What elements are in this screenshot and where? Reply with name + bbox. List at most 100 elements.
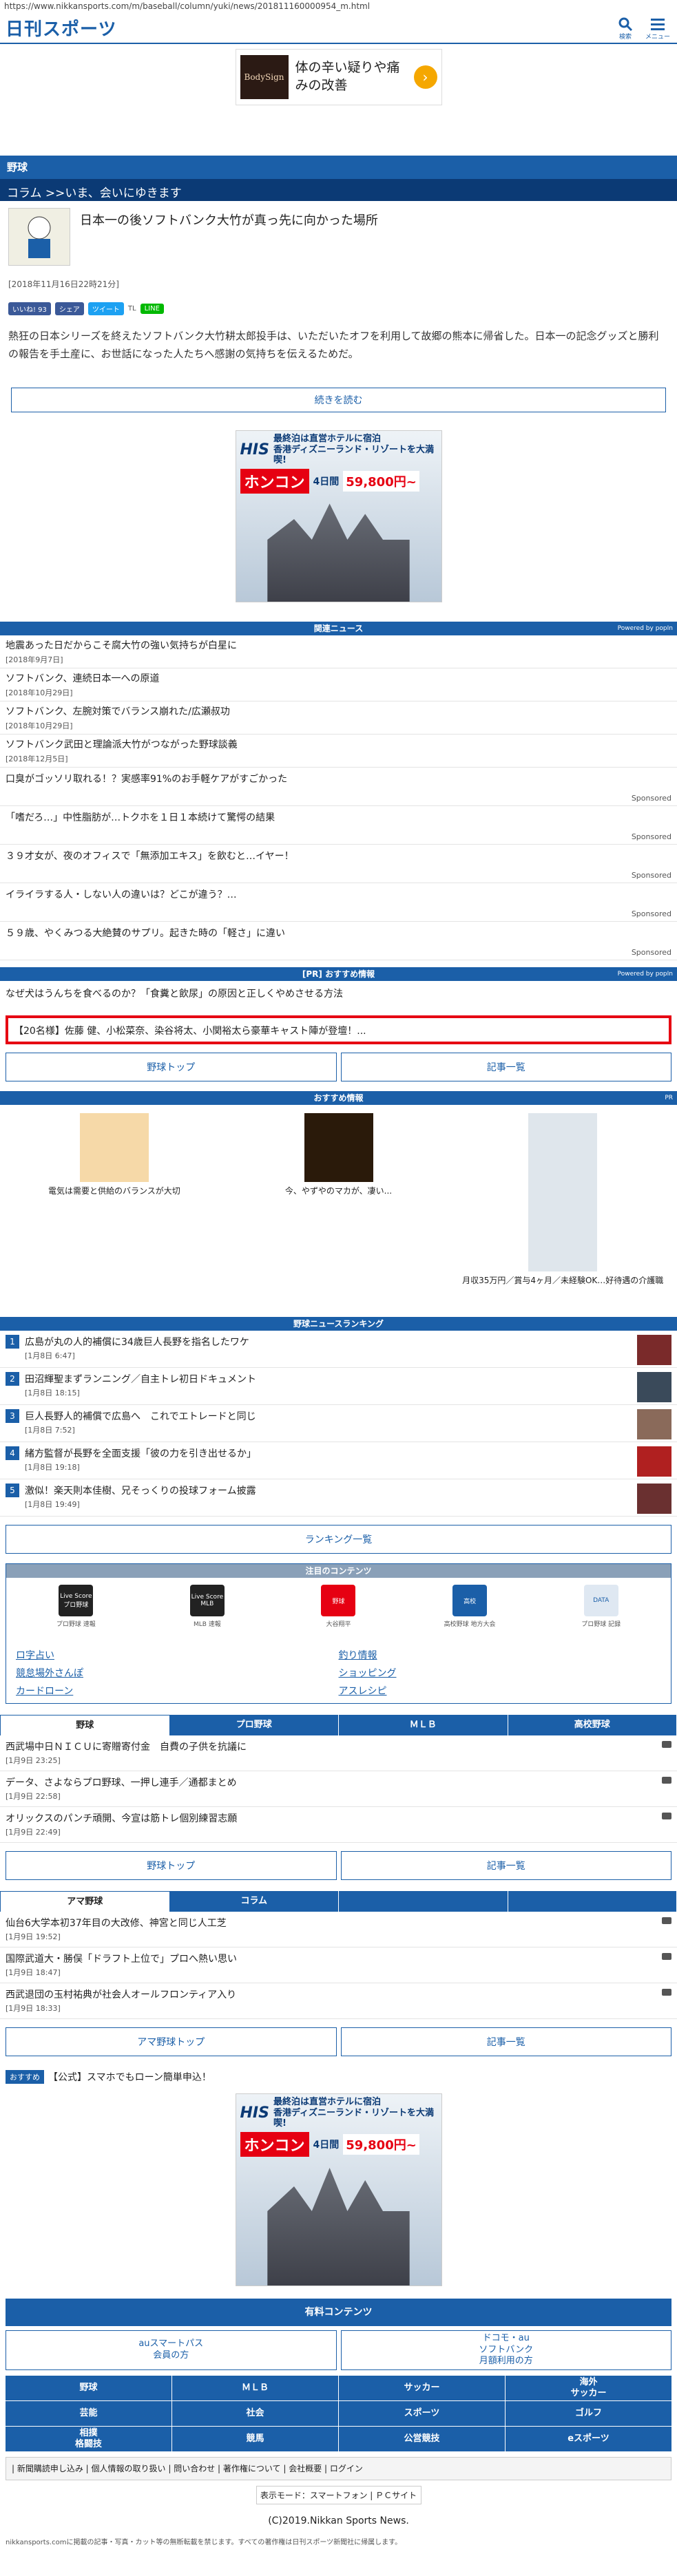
ranking-list-button[interactable]: ランキング一覧 [6, 1525, 671, 1554]
tab-news-item[interactable]: データ、さよならプロ野球、一押し連手／通都まとめ [1月9日 22:58] [0, 1771, 677, 1807]
his-ad-line1: 最終泊は直営ホテルに宿泊 [273, 434, 381, 444]
read-more-button[interactable]: 続きを読む [11, 388, 666, 412]
article-list-button[interactable]: 記事一覧 [340, 1851, 671, 1880]
au-smartpass-button[interactable]: auスマートパス 会員の方 [6, 2330, 337, 2370]
attention-link[interactable]: ロ字占い [16, 1648, 339, 1662]
app-item[interactable]: 高校 高校野球 地方大会 [439, 1585, 501, 1644]
recommend-item[interactable]: 今、やずやのマカが、凄い... [230, 1113, 448, 1305]
tl-button[interactable]: TL [128, 305, 136, 313]
facebook-share-button[interactable]: シェア [54, 302, 84, 315]
display-mode-switch[interactable]: 表示モード：スマートフォン | ＰＣサイト [256, 2486, 421, 2505]
category-link[interactable]: eスポーツ [506, 2427, 671, 2451]
his-logo: HIS [240, 441, 269, 458]
category-link[interactable]: サッカー [339, 2376, 505, 2400]
tab-high-school[interactable]: 高校野球 [508, 1715, 677, 1735]
carrier-billing-button[interactable]: ドコモ・au ソフトバンク 月額利用の方 [340, 2330, 671, 2370]
search-button[interactable]: 検索 [618, 17, 633, 41]
tab-news-item[interactable]: 仙台6大学本初37年目の大改修、神宮と同じ人工芝 [1月9日 19:52] [0, 1912, 677, 1947]
amateur-top-button[interactable]: アマ野球トップ [6, 2027, 337, 2056]
tab-amateur[interactable]: アマ野球 [0, 1891, 170, 1912]
his-ad-line2: 香港ディズニーランド・リゾートを大満喫! [273, 444, 435, 466]
app-item[interactable]: Live Score MLB MLB 速報 [176, 1585, 238, 1644]
attention-link[interactable]: 競怠場外さんぽ [16, 1666, 339, 1680]
his-ad-days: 4日間 [313, 476, 340, 487]
category-link[interactable]: 社会 [172, 2401, 338, 2426]
ranking-item[interactable]: 1 広島が丸の人的補償に34歳巨人長野を指名したワケ [1月8日 6:47] [0, 1331, 677, 1368]
line-button[interactable]: LINE [140, 304, 164, 314]
category-link[interactable]: 海外 サッカー [506, 2376, 671, 2400]
attention-link[interactable]: 釣り情報 [339, 1648, 662, 1662]
attention-link[interactable]: アスレシピ [339, 1684, 662, 1698]
category-link[interactable]: ＭＬＢ [172, 2376, 338, 2400]
recommend-item[interactable]: 月収35万円／賞与4ヶ月／未経験OK…好待遇の介護職 [454, 1113, 671, 1305]
his-ad-bottom[interactable]: HIS 最終泊は直営ホテルに宿泊 香港ディズニーランド・リゾートを大満喫! ホン… [235, 2093, 442, 2286]
column-breadcrumb[interactable]: コラム >>いま、会いにゆきます [0, 179, 677, 201]
attention-link[interactable]: カードローン [16, 1684, 339, 1698]
rank-date: [1月8日 19:49] [25, 1500, 80, 1509]
ranking-item[interactable]: 4 緒方監督が長野を全面支援「彼の力を引き出せるか」 [1月8日 19:18] [0, 1442, 677, 1479]
tab-mlb[interactable]: ＭＬＢ [339, 1715, 508, 1735]
related-news-date: [2018年9月7日] [6, 655, 63, 664]
category-link[interactable]: 芸能 [6, 2401, 171, 2426]
baseball-top-button[interactable]: 野球トップ [6, 1851, 337, 1880]
related-news-item[interactable]: ソフトバンク、連続日本一への原道 [2018年10月29日] [0, 668, 677, 701]
category-link[interactable]: 野球 [6, 2376, 171, 2400]
chevron-right-icon[interactable]: › [413, 65, 437, 89]
category-link[interactable]: スポーツ [339, 2401, 505, 2426]
tab-news-item[interactable]: 西武退団の玉村祐典が社会人オールフロンティア入り [1月9日 18:33] [0, 1983, 677, 2019]
tab-pro-baseball[interactable]: プロ野球 [169, 1715, 339, 1735]
sponsored-item[interactable]: ５９歳、やくみつる大絶賛のサプリ。起きた時の「軽さ」に違い Sponsored [0, 922, 677, 960]
osusume-row[interactable]: おすすめ 【公式】スマホでもローン簡単申込！ [0, 2056, 677, 2084]
rank-date: [1月8日 18:15] [25, 1389, 80, 1397]
related-news-date: [2018年10月29日] [6, 688, 73, 697]
tweet-button[interactable]: ツイート [87, 302, 124, 315]
related-news-item[interactable]: ソフトバンク武田と理論派大竹がつながった野球談義 [2018年12月5日] [0, 735, 677, 768]
article-list-button[interactable]: 記事一覧 [340, 1053, 671, 1081]
site-logo[interactable]: 日刊スポーツ [6, 15, 116, 41]
related-news-item[interactable]: ソフトバンク、左腕対策でバランス崩れた/広瀬叔功 [2018年10月29日] [0, 701, 677, 735]
menu-button[interactable]: メニュー [645, 17, 670, 41]
top-ad-banner[interactable]: BodySign 体の辛い疑りや痛みの改善 › [235, 49, 442, 105]
app-logo: 野球 [321, 1585, 356, 1616]
facebook-like-button[interactable]: いいね! 93 [8, 302, 51, 315]
recommend-item[interactable]: 電気は需要と供給のバランスが大切 [6, 1113, 223, 1305]
rank-date: [1月8日 19:18] [25, 1463, 80, 1472]
tab-news-item[interactable]: オリックスのパンチ頑開、今宣は筋トレ個別練習志願 [1月9日 22:49] [0, 1807, 677, 1843]
pr-item[interactable]: なぜ犬はうんちを食べるのか？「食糞と飲尿」の原因と正しくやめさせる方法 [0, 981, 677, 1006]
camera-icon [662, 1917, 671, 1924]
category-link[interactable]: 公営競技 [339, 2427, 505, 2451]
tab-empty [508, 1891, 677, 1912]
sponsored-item[interactable]: イライラする人・しない人の違いは？どこが違う？… Sponsored [0, 883, 677, 922]
footer-links[interactable]: | 新聞購読申し込み | 個人情報の取り扱い | 問い合わせ | 著作権について… [6, 2457, 671, 2481]
paid-contents-buttons: auスマートパス 会員の方 ドコモ・au ソフトバンク 月額利用の方 [0, 2326, 677, 2370]
attention-header: 注目のコンテンツ [6, 1564, 671, 1578]
rank-date: [1月8日 7:52] [25, 1426, 75, 1435]
sponsored-item[interactable]: 「嗜だろ…」中性脂肪が…トクホを１日１本続けて驚愕の結果 Sponsored [0, 806, 677, 845]
category-link[interactable]: 相撲 格闘技 [6, 2427, 171, 2451]
tab-news-item[interactable]: 西武場中日ＮＩＣＵに寄贈寄付金 自費の子供を抗議に [1月9日 23:25] [0, 1735, 677, 1771]
category-link[interactable]: ゴルフ [506, 2401, 671, 2426]
ranking-item[interactable]: 3 巨人長野人的補償で広島へ これでエトレードと同じ [1月8日 7:52] [0, 1405, 677, 1442]
tab-news-item[interactable]: 国際武道大・勝俣「ドラフト上位で」プロへ熱い思い [1月9日 18:47] [0, 1947, 677, 1983]
tab-baseball[interactable]: 野球 [0, 1715, 170, 1735]
rank-title: 巨人長野人的補償で広島へ これでエトレードと同じ [25, 1411, 256, 1422]
article-list-button[interactable]: 記事一覧 [340, 2027, 671, 2056]
sponsored-item[interactable]: ３９才女が、夜のオフィスで「無添加エキス」を飲むと…イヤー！ Sponsored [0, 845, 677, 883]
category-link[interactable]: 競馬 [172, 2427, 338, 2451]
related-news-title: 関連ニュース [313, 624, 364, 633]
powered-by-popin: Powered by popIn [617, 971, 673, 978]
app-item[interactable]: Live Score プロ野球 プロ野球 速報 [45, 1585, 107, 1644]
his-ad-days: 4日間 [313, 2139, 340, 2151]
app-item[interactable]: 野球 大谷翔平 [307, 1585, 369, 1644]
tab-column[interactable]: コラム [169, 1891, 339, 1912]
ranking-item[interactable]: 5 激似！楽天則本佳樹、兄そっくりの投球フォーム披露 [1月8日 19:49] [0, 1479, 677, 1517]
baseball-top-button[interactable]: 野球トップ [6, 1053, 337, 1081]
ranking-item[interactable]: 2 田沼輝聖まずランニング／自主トレ初日ドキュメント [1月8日 18:15] [0, 1368, 677, 1405]
highlight-banner[interactable]: 【20名様】佐藤 健、小松菜奈、染谷将太、小関裕太ら豪華キャスト陣が登壇！... [6, 1015, 671, 1044]
related-news-item[interactable]: 地震あった日だからこそ腐大竹の強い気持ちが白星に [2018年9月7日] [0, 635, 677, 668]
sponsored-item[interactable]: 口臭がゴッソリ取れる！？実感率91%のお手軽ケアがすごかった Sponsored [0, 768, 677, 806]
his-ad[interactable]: HIS 最終泊は直営ホテルに宿泊 香港ディズニーランド・リゾートを大満喫! ホン… [235, 430, 442, 602]
attention-link[interactable]: ショッピング [339, 1666, 662, 1680]
app-logo: 高校 [452, 1585, 488, 1616]
app-item[interactable]: DATA プロ野球 記録 [570, 1585, 632, 1644]
